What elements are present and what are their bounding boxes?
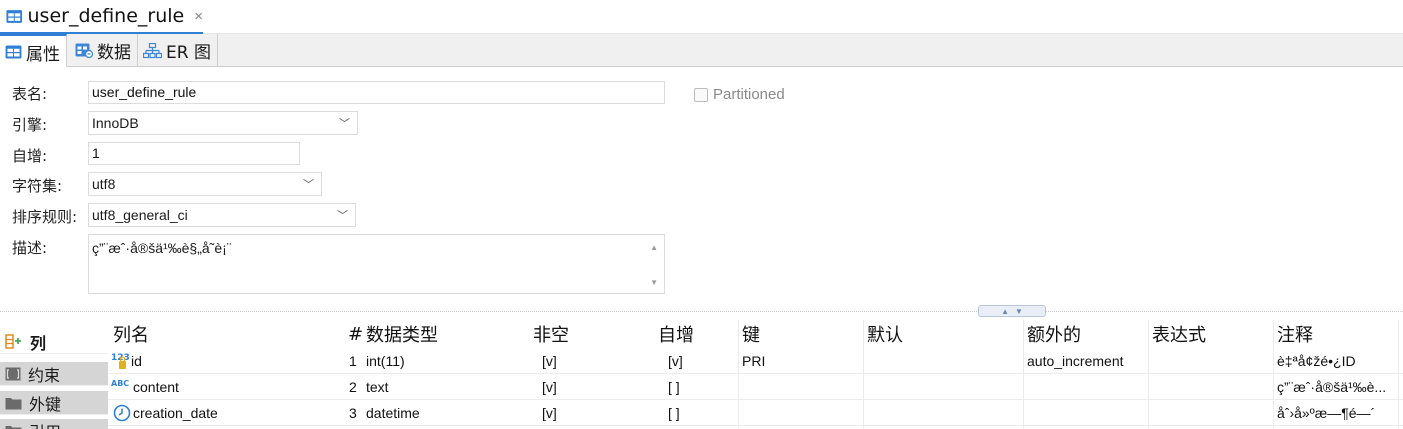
properties-panel: 表名: user_define_rule Partitioned 引擎: Inn… bbox=[0, 67, 1403, 314]
tab-data[interactable]: 数据 bbox=[70, 34, 138, 67]
subtabbar: 属性 数据 ER 图 bbox=[0, 34, 1403, 68]
cell-comment: åˆ›å»ºæ—¶é—´ bbox=[1277, 405, 1376, 421]
cell-name: content bbox=[133, 379, 179, 395]
description-textarea[interactable]: ç”¨æˆ·å®šä¹‰è§„å˜è¡¨ ▲ ▼ bbox=[88, 234, 665, 294]
partitioned-checkbox[interactable]: Partitioned bbox=[694, 86, 785, 103]
constraint-icon bbox=[5, 367, 21, 380]
collapse-up-icon[interactable]: ▲ bbox=[1001, 307, 1009, 316]
close-icon[interactable]: × bbox=[194, 8, 203, 25]
cell-ordinal: 1 bbox=[349, 353, 357, 369]
collation-label: 排序规则: bbox=[12, 208, 78, 226]
folder-icon bbox=[5, 425, 22, 429]
cell-type: text bbox=[366, 379, 389, 395]
auto-increment-label: 自增: bbox=[12, 147, 48, 165]
expand-down-icon[interactable]: ▼ bbox=[1015, 307, 1023, 316]
tab-properties[interactable]: 属性 bbox=[0, 34, 67, 68]
header-ordinal[interactable]: # bbox=[348, 320, 363, 348]
cell-not-null[interactable]: [v] bbox=[542, 348, 557, 374]
auto-increment-input[interactable]: 1 bbox=[88, 142, 300, 165]
table-row[interactable]: 123 id 1 int(11) [v] [v] PRI auto_increm… bbox=[108, 348, 1403, 374]
header-not-null[interactable]: 非空 bbox=[533, 320, 569, 348]
header-default[interactable]: 默认 bbox=[867, 320, 903, 348]
cell-comment: è‡ªå¢žé•¿ID bbox=[1277, 353, 1356, 369]
cell-auto-increment[interactable]: [v] bbox=[668, 348, 683, 374]
table-icon bbox=[5, 45, 22, 59]
nav-item-columns[interactable]: 列 bbox=[0, 330, 108, 354]
left-nav: 列 约束 外键 引用 bbox=[0, 320, 108, 429]
cell-type: datetime bbox=[366, 405, 420, 421]
chevron-down-icon: ﹀ bbox=[339, 118, 350, 130]
cell-auto-increment[interactable]: [ ] bbox=[668, 374, 680, 400]
cell-extra: auto_increment bbox=[1027, 353, 1124, 369]
cell-not-null[interactable]: [v] bbox=[542, 374, 557, 400]
editor-tab-title: user_define_rule bbox=[27, 5, 185, 27]
nav-item-references[interactable]: 引用 bbox=[0, 419, 108, 429]
cell-name: creation_date bbox=[133, 405, 218, 421]
tab-data-label: 数据 bbox=[97, 43, 131, 63]
nav-foreign-keys-label: 外键 bbox=[29, 394, 62, 414]
engine-select[interactable]: InnoDB ﹀ bbox=[88, 111, 358, 135]
engine-value: InnoDB bbox=[92, 115, 139, 131]
chevron-down-icon: ﹀ bbox=[337, 210, 348, 222]
cell-key: PRI bbox=[742, 353, 766, 369]
checkbox-box bbox=[694, 87, 708, 102]
charset-value: utf8 bbox=[92, 176, 116, 192]
columns-table: 列名 # 数据类型 非空 自增 键 默认 额外的 表达式 注释 123 id 1… bbox=[108, 320, 1403, 429]
svg-text:ABC: ABC bbox=[111, 379, 129, 388]
description-label: 描述: bbox=[12, 239, 48, 257]
table-name-label: 表名: bbox=[12, 85, 48, 103]
nav-constraints-label: 约束 bbox=[28, 365, 61, 385]
add-column-icon bbox=[5, 333, 21, 349]
collation-value: utf8_general_ci bbox=[92, 207, 188, 223]
engine-label: 引擎: bbox=[12, 116, 48, 134]
tab-er-diagram[interactable]: ER 图 bbox=[138, 34, 218, 67]
editor-tab-user-define-rule[interactable]: user_define_rule × bbox=[0, 0, 203, 34]
header-extra[interactable]: 额外的 bbox=[1027, 320, 1081, 348]
data-grid-icon bbox=[75, 43, 93, 58]
nav-columns-label: 列 bbox=[30, 333, 47, 353]
splitter-handle[interactable]: ▲ ▼ bbox=[978, 305, 1046, 317]
nav-item-constraints[interactable]: 约束 bbox=[0, 362, 108, 386]
charset-select[interactable]: utf8 ﹀ bbox=[88, 172, 322, 196]
partitioned-label: Partitioned bbox=[713, 86, 785, 103]
numeric-type-icon: 123 bbox=[111, 348, 131, 374]
table-row[interactable]: ABC content 2 text [v] [ ] ç”¨æˆ·å®šä¹‰è… bbox=[108, 374, 1403, 400]
er-diagram-icon bbox=[143, 42, 162, 58]
cell-comment: ç”¨æˆ·å®šä¹‰è... bbox=[1277, 379, 1387, 395]
chevron-down-icon: ﹀ bbox=[303, 179, 314, 191]
header-comment[interactable]: 注释 bbox=[1277, 320, 1313, 348]
clock-icon bbox=[113, 400, 133, 426]
tab-er-diagram-label: ER 图 bbox=[166, 43, 211, 63]
cell-type: int(11) bbox=[366, 353, 405, 369]
header-auto-increment[interactable]: 自增 bbox=[658, 320, 694, 348]
charset-label: 字符集: bbox=[12, 177, 63, 195]
table-icon bbox=[6, 9, 23, 23]
text-type-icon: ABC bbox=[111, 374, 133, 400]
table-row[interactable]: creation_date 3 datetime [v] [ ] åˆ›å»ºæ… bbox=[108, 400, 1403, 426]
nav-item-foreign-keys[interactable]: 外键 bbox=[0, 391, 108, 415]
cell-auto-increment[interactable]: [ ] bbox=[668, 400, 680, 426]
header-expression[interactable]: 表达式 bbox=[1152, 320, 1206, 348]
nav-references-label: 引用 bbox=[29, 419, 61, 429]
cell-name: id bbox=[131, 353, 142, 369]
header-key[interactable]: 键 bbox=[742, 320, 760, 348]
scroll-up-icon[interactable]: ▲ bbox=[650, 243, 658, 252]
tab-properties-label: 属性 bbox=[26, 44, 60, 65]
table-name-input[interactable]: user_define_rule bbox=[88, 81, 665, 104]
panel-splitter[interactable] bbox=[0, 311, 1403, 317]
scroll-down-icon[interactable]: ▼ bbox=[650, 278, 658, 287]
cell-ordinal: 2 bbox=[349, 379, 357, 395]
collation-select[interactable]: utf8_general_ci ﹀ bbox=[88, 203, 356, 227]
header-column-name[interactable]: 列名 bbox=[113, 320, 149, 348]
editor-tabbar: user_define_rule × bbox=[0, 0, 1403, 34]
header-data-type[interactable]: 数据类型 bbox=[366, 320, 438, 348]
description-text: ç”¨æˆ·å®šä¹‰è§„å˜è¡¨ bbox=[92, 240, 232, 256]
cell-ordinal: 3 bbox=[349, 405, 357, 421]
folder-icon bbox=[5, 397, 22, 409]
cell-not-null[interactable]: [v] bbox=[542, 400, 557, 426]
